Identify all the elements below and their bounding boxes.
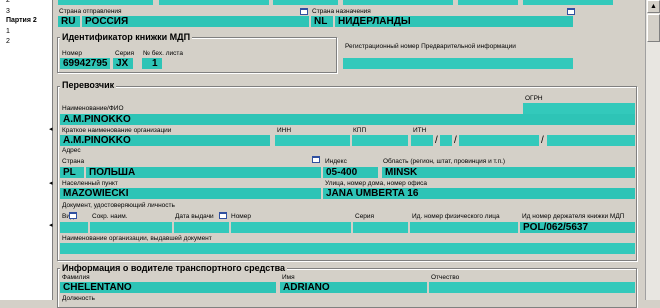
- issuer-field[interactable]: [60, 243, 635, 254]
- origin-country-code[interactable]: RU: [58, 16, 80, 27]
- tree-item[interactable]: 2: [6, 38, 10, 46]
- dest-country-name[interactable]: НИДЕРЛАНДЫ: [335, 16, 573, 27]
- tir-number-field[interactable]: 69942795: [60, 58, 110, 69]
- doc-abbr-label: Сокр. наим.: [92, 213, 128, 220]
- patronymic-label: Отчество: [431, 274, 460, 281]
- itn-separator: /: [435, 135, 438, 146]
- lookup-icon[interactable]: [312, 156, 320, 163]
- country-code-field[interactable]: PL: [60, 167, 84, 178]
- doc-number-field[interactable]: [231, 222, 351, 233]
- preliminary-reg-field[interactable]: [343, 58, 573, 69]
- surname-label: Фамилия: [62, 274, 90, 281]
- street-label: Улица, номер дома, номер офиса: [325, 180, 428, 187]
- driver-name-field[interactable]: ADRIANO: [280, 282, 427, 293]
- carrier-title: Перевозчик: [60, 80, 117, 90]
- itn-separator: /: [454, 135, 457, 146]
- index-label: Индекс: [325, 158, 347, 165]
- ogrn-field[interactable]: [523, 103, 635, 114]
- tree-item[interactable]: 3: [6, 8, 10, 16]
- inn-label: ИНН: [277, 127, 292, 134]
- street-field[interactable]: JANA UMBERTA 16: [323, 188, 635, 199]
- top-field[interactable]: [159, 0, 269, 5]
- short-name-label: Краткое наименование организации: [62, 127, 172, 134]
- itn-separator: /: [541, 135, 544, 146]
- tir-carnet-title: Идентификатор книжки МДП: [60, 32, 193, 42]
- lookup-icon[interactable]: [567, 8, 575, 15]
- tir-sheet-field[interactable]: 1: [142, 58, 162, 69]
- top-field[interactable]: [523, 0, 613, 5]
- driver-title: Информация о водителе транспортного сред…: [60, 263, 288, 273]
- scroll-up-icon[interactable]: ▲: [647, 0, 660, 13]
- country-label: Страна: [62, 158, 85, 165]
- calendar-icon[interactable]: [219, 212, 227, 219]
- itn-field-3[interactable]: [459, 135, 539, 146]
- dest-country-label: Страна назначения: [312, 8, 371, 15]
- lookup-icon[interactable]: [300, 8, 308, 15]
- region-field[interactable]: MINSK: [382, 167, 635, 178]
- region-label: Область (регион, штат, провинция и т.п.): [383, 158, 506, 165]
- doc-number-label: Номер: [231, 213, 252, 220]
- issuer-label: Наименование организации, выдавшей докум…: [62, 235, 212, 242]
- index-field[interactable]: 05-400: [323, 167, 378, 178]
- tree-item[interactable]: 1: [6, 28, 10, 36]
- kpp-label: КПП: [353, 127, 367, 134]
- vertical-scrollbar[interactable]: ▲: [645, 0, 660, 300]
- carrier-name-field[interactable]: A.M.PINOKKO: [60, 114, 635, 125]
- surname-field[interactable]: CHELENTANO: [60, 282, 276, 293]
- holder-id-label: Ид номер держателя книжки МДП: [522, 213, 625, 220]
- short-name-field[interactable]: A.M.PINOKKO: [60, 135, 270, 146]
- country-name-field[interactable]: ПОЛЬША: [86, 167, 321, 178]
- inn-field[interactable]: [275, 135, 350, 146]
- doc-series-field[interactable]: [353, 222, 408, 233]
- tir-number-label: Номер: [62, 50, 83, 57]
- doc-abbr-field[interactable]: [90, 222, 172, 233]
- dest-country-code[interactable]: NL: [311, 16, 333, 27]
- doc-kind-field[interactable]: [60, 222, 88, 233]
- person-id-field[interactable]: [410, 222, 518, 233]
- lookup-icon[interactable]: [69, 212, 77, 219]
- holder-id-field[interactable]: POL/062/5637: [520, 222, 635, 233]
- identity-doc-label: Документ, удостоверяющий личность: [62, 202, 175, 209]
- preliminary-reg-label: Регистрационный номер Предварительной ин…: [345, 43, 516, 50]
- person-id-label: Ид. номер физического лица: [412, 213, 500, 220]
- top-field[interactable]: [343, 0, 453, 5]
- doc-date-label: Дата выдачи: [175, 213, 214, 220]
- ogrn-label: ОГРН: [525, 95, 543, 102]
- city-field[interactable]: MAZOWIECKI: [60, 188, 321, 199]
- doc-date-field[interactable]: [174, 222, 229, 233]
- form-content: Страна отправления RU РОССИЯ Страна назн…: [55, 0, 645, 308]
- address-label: Адрес: [62, 147, 81, 154]
- tree-panel: 2 3 Партия 2 1 2: [0, 0, 53, 300]
- tir-sheet-label: № бех. листа: [143, 50, 183, 57]
- carrier-name-label: Наименование/ФИО: [62, 105, 124, 112]
- city-label: Населенный пункт: [62, 180, 118, 187]
- scroll-thumb[interactable]: [647, 14, 660, 42]
- itn-field-4[interactable]: [547, 135, 635, 146]
- tir-series-label: Серия: [115, 50, 135, 57]
- top-field[interactable]: [58, 0, 153, 5]
- tree-item[interactable]: 2: [6, 0, 10, 5]
- tree-item-batch-2[interactable]: Партия 2: [6, 17, 37, 25]
- kpp-field[interactable]: [352, 135, 408, 146]
- doc-series-label: Серия: [355, 213, 375, 220]
- top-field[interactable]: [458, 0, 518, 5]
- driver-name-label: Имя: [282, 274, 295, 281]
- tir-series-field[interactable]: JX: [113, 58, 133, 69]
- itn-field-1[interactable]: [411, 135, 433, 146]
- itn-label: ИТН: [413, 127, 427, 134]
- top-field[interactable]: [273, 0, 338, 5]
- itn-field-2[interactable]: [440, 135, 452, 146]
- origin-country-name[interactable]: РОССИЯ: [82, 16, 309, 27]
- origin-country-label: Страна отправления: [59, 8, 122, 15]
- position-label: Должность: [62, 295, 95, 302]
- patronymic-field[interactable]: [429, 282, 635, 293]
